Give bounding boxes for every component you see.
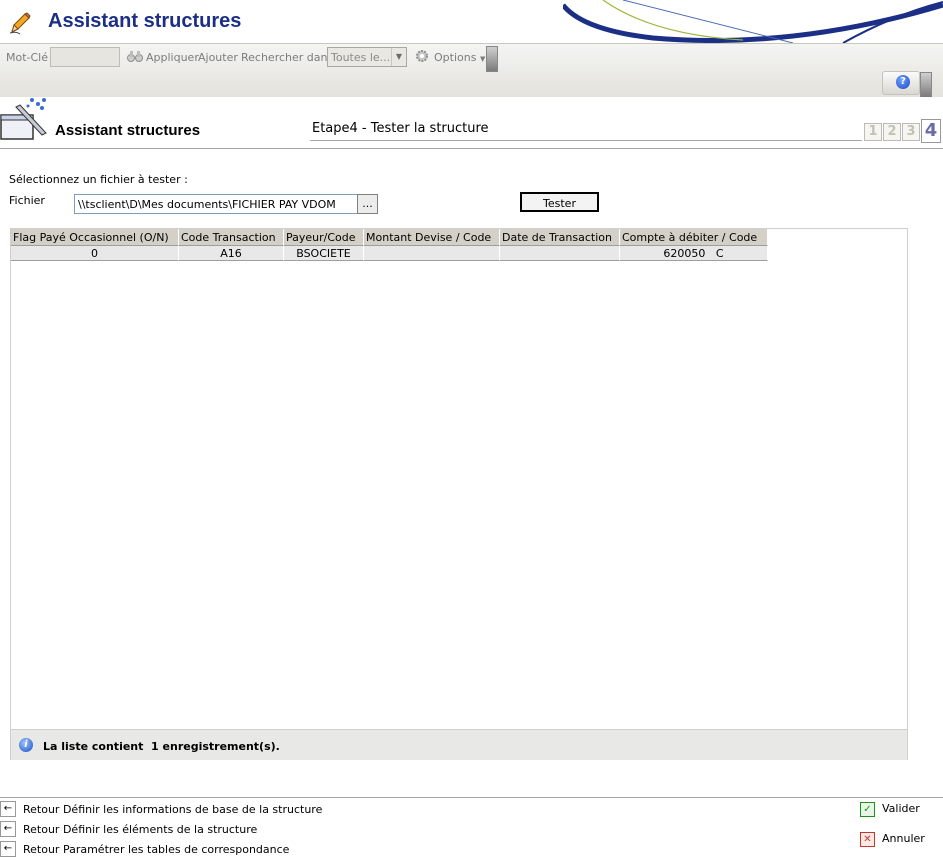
select-file-prompt: Sélectionnez un fichier à tester :: [9, 173, 188, 186]
step-4-current: 4: [921, 119, 941, 143]
table-cell[interactable]: [500, 246, 620, 261]
search-in-value: Toutes le...: [331, 51, 391, 64]
column-header[interactable]: Code Transaction: [179, 229, 284, 246]
options-button[interactable]: Options ▼: [434, 51, 485, 64]
nav-link-label[interactable]: Retour Définir les informations de base …: [23, 803, 322, 816]
info-icon: i: [19, 738, 33, 752]
arrow-left-icon: ←: [0, 841, 16, 857]
step-underline: [310, 140, 862, 141]
table-cell[interactable]: BSOCIETE: [284, 246, 364, 261]
toolbar: Mot-Clé Appliquer Ajouter Rechercher dan…: [0, 43, 943, 98]
header-swoosh-graphic: [563, 0, 943, 43]
arrow-left-icon: ←: [0, 821, 16, 837]
search-in-label: Rechercher dans: [241, 51, 334, 64]
results-grid: Flag Payé Occasionnel (O/N) Code Transac…: [10, 228, 908, 760]
file-label: Fichier: [9, 194, 45, 207]
column-header[interactable]: Montant Devise / Code: [364, 229, 500, 246]
chevron-down-icon: ▼: [391, 48, 406, 66]
column-header[interactable]: Flag Payé Occasionnel (O/N): [11, 229, 179, 246]
keyword-label: Mot-Clé: [6, 51, 49, 64]
column-header[interactable]: Date de Transaction: [500, 229, 620, 246]
title-bar: Assistant structures: [0, 0, 943, 43]
divider: [0, 797, 943, 798]
step-3[interactable]: 3: [902, 123, 920, 141]
file-path-input[interactable]: \\tsclient\D\Mes documents\FICHIER PAY V…: [74, 194, 359, 214]
toolbar-grip[interactable]: [486, 46, 498, 72]
toolbar-grip-right[interactable]: [920, 72, 932, 98]
table-cell[interactable]: 0: [11, 246, 179, 261]
grid-footer: i La liste contient 1 enregistrement(s).: [11, 729, 907, 760]
search-in-select[interactable]: Toutes le... ▼: [327, 47, 407, 67]
table-cell[interactable]: [364, 246, 500, 261]
cancel-label: Annuler: [882, 832, 925, 845]
help-icon: ?: [896, 75, 910, 89]
help-button[interactable]: ?: [882, 71, 920, 95]
step-1[interactable]: 1: [864, 123, 882, 141]
nav-link-label[interactable]: Retour Paramétrer les tables de correspo…: [23, 843, 289, 856]
cancel-button[interactable]: ✕ Annuler: [860, 832, 930, 848]
validate-button[interactable]: ✓ Valider: [860, 802, 930, 818]
arrow-left-icon: ←: [0, 801, 16, 817]
validate-label: Valider: [882, 802, 920, 815]
keyword-input[interactable]: [50, 47, 120, 67]
close-icon: ✕: [860, 832, 875, 847]
add-button[interactable]: Ajouter: [198, 51, 238, 64]
app-title: Assistant structures: [48, 10, 242, 32]
check-icon: ✓: [860, 802, 875, 817]
apply-button[interactable]: Appliquer: [146, 51, 199, 64]
table-cell[interactable]: 620050 C: [620, 246, 768, 261]
nav-link-label[interactable]: Retour Définir les éléments de la struct…: [23, 823, 257, 836]
column-header[interactable]: Compte à débiter / Code: [620, 229, 768, 246]
browse-button[interactable]: ...: [357, 194, 378, 214]
file-path-value: \\tsclient\D\Mes documents\FICHIER PAY V…: [78, 198, 336, 211]
pencil-icon: [9, 12, 31, 35]
binoculars-icon: [127, 51, 143, 62]
step-2[interactable]: 2: [883, 123, 901, 141]
chevron-down-icon: ▼: [479, 55, 486, 63]
table-cell[interactable]: A16: [179, 246, 284, 261]
wizard-icon: [0, 98, 47, 140]
tester-button[interactable]: Tester: [520, 192, 599, 212]
wizard-title: Assistant structures: [55, 122, 201, 139]
step-title: Etape4 - Tester la structure: [312, 121, 489, 136]
record-count-text: La liste contient 1 enregistrement(s).: [43, 740, 280, 753]
column-header[interactable]: Payeur/Code: [284, 229, 364, 246]
wizard-header: Assistant structures Etape4 - Tester la …: [0, 97, 943, 149]
gear-icon: [416, 50, 428, 62]
options-label: Options: [434, 51, 477, 64]
